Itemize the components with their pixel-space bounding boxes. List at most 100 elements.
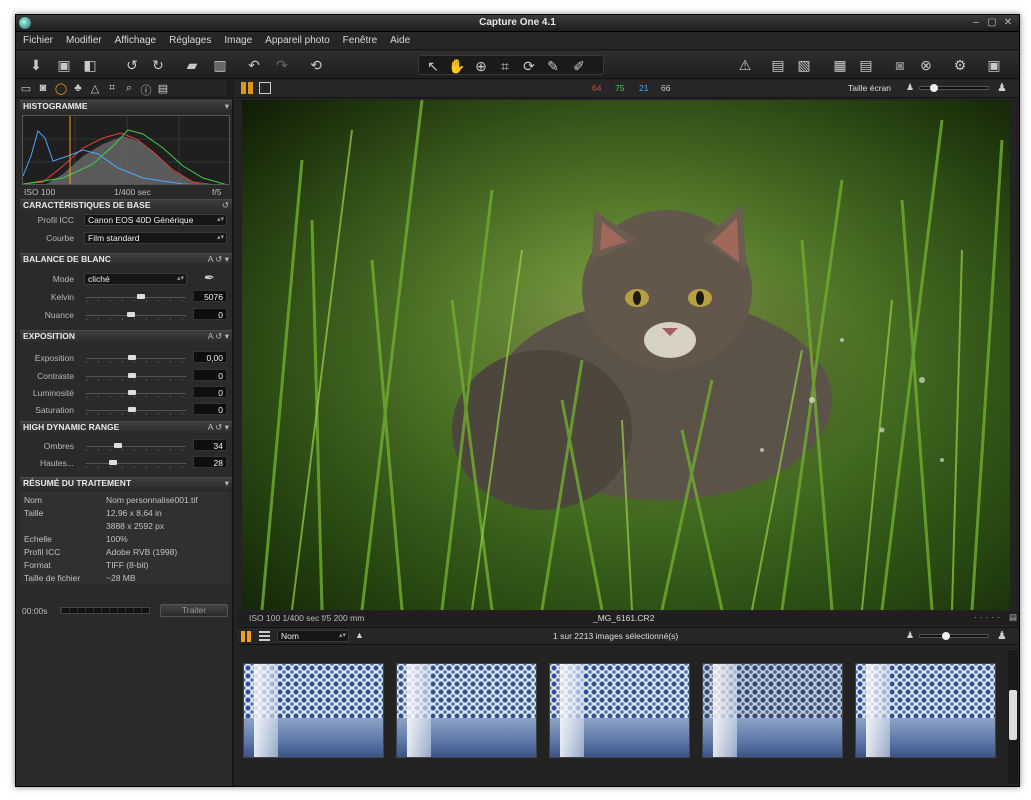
exposure-value[interactable]: 0 [193,403,227,415]
nuance-value[interactable]: 0 [193,308,227,320]
thumbnail[interactable] [855,663,996,758]
summary-header[interactable]: RÉSUMÉ DU TRAITEMENT ▾ [20,477,232,489]
nuance-slider[interactable] [86,312,186,320]
slider-knob[interactable] [128,373,137,378]
gear-icon[interactable]: ⚙ [950,56,970,74]
thumbnail-size-slider[interactable] [919,632,989,640]
crop-icon[interactable]: ⌗ [495,57,515,75]
tab-output-icon[interactable]: ▤ [156,82,170,95]
sort-direction-icon[interactable]: ▲ [355,630,364,640]
menu-modifier[interactable]: Modifier [59,32,108,46]
tab-library-icon[interactable]: ▭ [19,82,33,95]
process-button[interactable]: Traiter [160,604,228,617]
batch-icon[interactable]: ▧ [794,56,814,74]
slider-knob[interactable] [942,632,950,640]
copy-adjust-icon[interactable]: ✐ [569,57,589,75]
menu-image[interactable]: Image [217,32,258,46]
compare-icon[interactable]: ◧ [80,56,100,74]
histogram-header[interactable]: HISTOGRAMME ▾ [20,100,232,112]
image-viewer[interactable] [242,100,1010,610]
picker-icon[interactable]: ✎ [543,57,563,75]
pan-hand-icon[interactable]: ✋ [447,57,467,75]
maximize-icon[interactable]: ▢ [985,16,999,30]
menu-appareil-photo[interactable]: Appareil photo [258,32,336,46]
copy-settings-icon[interactable]: ▦ [830,56,850,74]
list-view-icon[interactable] [259,631,270,642]
slider-knob[interactable] [109,460,117,465]
warning-icon[interactable]: ⚠ [735,56,755,74]
hdr-value[interactable]: 34 [193,439,227,451]
thumbnail[interactable] [549,663,690,758]
camera-icon[interactable]: ◙ [890,56,910,74]
exposure-value[interactable]: 0 [193,386,227,398]
slider-knob[interactable] [113,443,122,448]
rotate-right-icon[interactable]: ↻ [148,56,168,74]
zoom-icon[interactable]: ⊕ [471,57,491,75]
hdr-header[interactable]: HIGH DYNAMIC RANGE A ↺ ▾ [20,421,232,433]
rotate-left-icon[interactable]: ↺ [122,56,142,74]
undo-icon[interactable]: ↶ [244,56,264,74]
hdr-slider[interactable] [86,443,186,451]
tab-metadata-icon[interactable]: ⓘ [139,82,153,98]
tab-details-icon[interactable]: ⌕ [122,82,136,95]
slider-knob[interactable] [127,312,136,317]
hdr-slider[interactable] [86,460,186,468]
browser-scrollbar[interactable] [1008,650,1018,784]
menu-fenetre[interactable]: Fenêtre [336,32,383,46]
info-panel-icon[interactable]: ▣ [984,56,1004,74]
thumbnail-view-icon[interactable] [241,631,252,642]
reset-section-icon[interactable]: ↺ [222,200,229,211]
menu-aide[interactable]: Aide [383,32,416,46]
trash-icon[interactable]: ▥ [210,56,230,74]
exposure-slider[interactable] [86,390,186,398]
kelvin-slider[interactable] [86,294,186,302]
single-view-icon[interactable] [259,82,271,94]
tab-capture-icon[interactable]: ◙ [36,82,50,94]
select-cursor-icon[interactable]: ↖ [423,57,443,75]
kelvin-value[interactable]: 5076 [193,290,227,302]
paste-settings-icon[interactable]: ▤ [856,56,876,74]
rotate-tool-icon[interactable]: ⟳ [519,57,539,75]
slider-knob[interactable] [128,407,137,412]
exposure-slider[interactable] [86,407,186,415]
collapse-icon[interactable]: ▾ [225,478,229,489]
hdr-value[interactable]: 28 [193,456,227,468]
slider-knob[interactable] [930,84,938,92]
thumbnail[interactable] [396,663,537,758]
menu-reglages[interactable]: Réglages [162,32,217,46]
collapse-icon[interactable]: ▾ [225,101,229,112]
slider-knob[interactable] [128,390,137,395]
slider-knob[interactable] [128,355,137,360]
import-icon[interactable]: ⬇ [26,56,46,74]
tab-exposure-icon[interactable]: ♣ [71,82,85,94]
tab-crop-icon[interactable]: ⌗ [105,82,119,95]
exposure-slider[interactable] [86,373,186,381]
zoom-label[interactable]: Taille écran [848,83,891,93]
wb-mode-select[interactable]: cliché ▴▾ [84,273,187,285]
curve-select[interactable]: Film standard ▴▾ [84,232,227,244]
exposure-value[interactable]: 0 [193,369,227,381]
rating-dots[interactable]: ····· [974,612,1003,622]
exposure-slider[interactable] [86,355,186,363]
close-icon[interactable]: ✕ [1001,16,1015,30]
tab-color-icon[interactable]: ◯ [54,82,68,95]
new-variant-icon[interactable]: ▤ [768,56,788,74]
exposure-controls-icon[interactable]: A ↺ ▾ [208,331,229,342]
thumbnail[interactable] [243,663,384,758]
profile-select[interactable]: Canon EOS 40D Générique ▴▾ [84,214,227,226]
scrollbar-thumb[interactable] [1009,690,1017,740]
eyedropper-icon[interactable]: ✒ [204,270,215,286]
wb-controls-icon[interactable]: A ↺ ▾ [208,254,229,265]
capture-icon[interactable]: ▣ [54,56,74,74]
exposure-value[interactable]: 0,00 [193,351,227,363]
slider-knob[interactable] [136,294,145,299]
menu-fichier[interactable]: Fichier [16,32,59,46]
wb-header[interactable]: BALANCE DE BLANC A ↺ ▾ [20,253,232,265]
viewer-menu-icon[interactable]: ▤ [1009,612,1017,623]
tab-lens-icon[interactable]: △ [88,82,102,95]
stop-icon[interactable]: ⊗ [916,56,936,74]
minimize-icon[interactable]: – [969,16,983,30]
grid-view-icon[interactable] [241,82,253,94]
exposure-header[interactable]: EXPOSITION A ↺ ▾ [20,330,232,342]
menu-affichage[interactable]: Affichage [108,32,163,46]
